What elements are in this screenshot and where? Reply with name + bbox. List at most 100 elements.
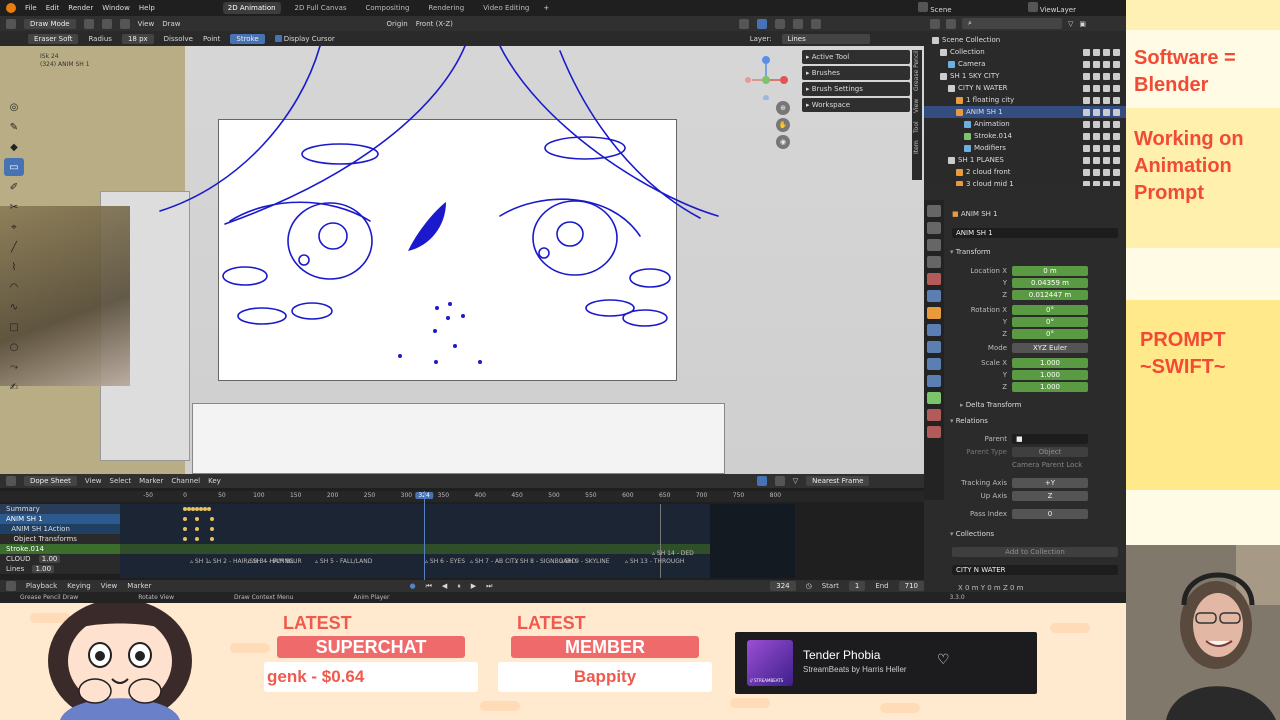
- effects-tab-icon[interactable]: [927, 341, 941, 353]
- select-tool-icon[interactable]: ◎: [4, 98, 24, 116]
- location-y-field[interactable]: 0.04359 m: [1012, 278, 1088, 288]
- dope-menu-channel[interactable]: Channel: [171, 477, 200, 485]
- collection-offset-values[interactable]: X 0 m Y 0 m Z 0 m: [946, 584, 1024, 592]
- layer-selector[interactable]: Lines: [781, 33, 870, 44]
- pass-index-field[interactable]: 0: [1012, 509, 1088, 519]
- play-reverse-icon[interactable]: ◀: [442, 582, 447, 590]
- tint-tool-icon[interactable]: ✐: [4, 178, 24, 196]
- dope-menu-select[interactable]: Select: [110, 477, 132, 485]
- visibility-toggle-icon[interactable]: [1083, 84, 1090, 92]
- visibility-toggles[interactable]: [1083, 108, 1120, 116]
- outliner-row[interactable]: Collection: [924, 46, 1126, 58]
- visibility-toggle-icon[interactable]: [1083, 108, 1090, 116]
- timeline-menu-keying[interactable]: Keying: [67, 582, 91, 590]
- camera-view-icon[interactable]: ◉: [776, 135, 790, 149]
- workspace-tab-2d-full-canvas[interactable]: 2D Full Canvas: [290, 2, 352, 14]
- layout-icon-2[interactable]: [101, 18, 112, 29]
- visibility-toggle-icon[interactable]: [1103, 48, 1110, 56]
- menu-render[interactable]: Render: [68, 4, 93, 12]
- shading-solid-icon[interactable]: [792, 18, 803, 29]
- current-frame-field[interactable]: 324: [770, 581, 796, 591]
- outliner-row[interactable]: Animation: [924, 118, 1126, 130]
- texture-tab-icon[interactable]: [927, 426, 941, 438]
- view-layer-tab-icon[interactable]: [927, 256, 941, 268]
- visibility-toggles[interactable]: [1083, 60, 1120, 68]
- pan-hand-icon[interactable]: ✋: [776, 118, 790, 132]
- playhead[interactable]: [424, 491, 425, 592]
- visibility-toggle-icon[interactable]: [1093, 120, 1100, 128]
- scale-y-field[interactable]: 1.000: [1012, 370, 1088, 380]
- dope-menu-key[interactable]: Key: [208, 477, 221, 485]
- section-transform[interactable]: Transform: [950, 248, 991, 256]
- eyedropper-tool-icon[interactable]: ⌖: [4, 218, 24, 236]
- cutter-tool-icon[interactable]: ✂: [4, 198, 24, 216]
- pause-icon[interactable]: ⏸: [457, 582, 461, 591]
- visibility-toggle-icon[interactable]: [1093, 72, 1100, 80]
- filter-icon[interactable]: ▽: [1068, 20, 1073, 28]
- physics-tab-icon[interactable]: [927, 358, 941, 370]
- data-tab-icon[interactable]: [927, 392, 941, 404]
- visibility-toggles[interactable]: [1083, 144, 1120, 152]
- channel-layer-lines[interactable]: Lines 1.00: [0, 564, 120, 574]
- filter-selected-icon[interactable]: [756, 476, 767, 486]
- timeline-marker[interactable]: ▵ SH 14 - DED: [652, 550, 694, 557]
- editor-type-icon[interactable]: [6, 476, 16, 486]
- visibility-toggle-icon[interactable]: [1093, 84, 1100, 92]
- gizmo-toggle-icon[interactable]: [756, 18, 767, 29]
- channel-object[interactable]: ANIM SH 1: [0, 514, 120, 524]
- workspace-tab-2d-animation[interactable]: 2D Animation: [222, 2, 281, 14]
- visibility-toggle-icon[interactable]: [1083, 132, 1090, 140]
- layout-icon-3[interactable]: [119, 18, 130, 29]
- polyline-tool-icon[interactable]: ⌇: [4, 258, 24, 276]
- box-tool-icon[interactable]: □: [4, 318, 24, 336]
- visibility-toggle-icon[interactable]: [1103, 132, 1110, 140]
- visibility-toggles[interactable]: [1083, 84, 1120, 92]
- panel-brushes[interactable]: ▸ Brushes: [802, 66, 910, 80]
- section-relations[interactable]: Relations: [950, 417, 988, 425]
- workspace-tab-rendering[interactable]: Rendering: [423, 2, 469, 14]
- visibility-toggle-icon[interactable]: [1103, 108, 1110, 116]
- visibility-toggle-icon[interactable]: [1093, 132, 1100, 140]
- timeline-marker[interactable]: ▵ SH 9 - SKYLINE: [560, 558, 610, 565]
- editor-type-icon[interactable]: [6, 581, 16, 591]
- layout-icon[interactable]: [83, 18, 94, 29]
- line-tool-icon[interactable]: ╱: [4, 238, 24, 256]
- object-name-field[interactable]: ANIM SH 1: [952, 228, 1118, 238]
- parent-type-selector[interactable]: Object: [1012, 447, 1088, 457]
- rotation-mode-selector[interactable]: XYZ Euler: [1012, 343, 1088, 353]
- visibility-toggle-icon[interactable]: [1083, 168, 1090, 176]
- outliner-row[interactable]: 1 floating city: [924, 94, 1126, 106]
- brush-selector[interactable]: Eraser Soft: [28, 33, 79, 44]
- timeline-marker[interactable]: ▵ SH 5 - FALL/LAND: [315, 558, 372, 565]
- tab-tool[interactable]: Tool: [912, 121, 922, 133]
- timeline-marker[interactable]: ▵ SH 1: [190, 558, 209, 565]
- section-delta-transform[interactable]: Delta Transform: [960, 401, 1022, 409]
- visibility-toggle-icon[interactable]: [1103, 156, 1110, 164]
- viewport[interactable]: ISk 24 (324) ANIM SH 1 ◎ ✎ ◆ ▭ ✐ ✂ ⌖ ╱ ⌇…: [0, 46, 924, 474]
- visibility-toggle-icon[interactable]: [1093, 156, 1100, 164]
- blender-logo-icon[interactable]: [6, 3, 16, 13]
- xray-toggle-icon[interactable]: [774, 18, 785, 29]
- outliner-row[interactable]: Scene Collection: [924, 34, 1126, 46]
- visibility-toggle-icon[interactable]: [1093, 48, 1100, 56]
- outliner-row[interactable]: CITY N WATER: [924, 82, 1126, 94]
- channel-grease-pencil[interactable]: Stroke.014: [0, 544, 120, 554]
- rotation-y-field[interactable]: 0°: [1012, 317, 1088, 327]
- display-mode-icon[interactable]: [946, 18, 956, 29]
- interpolate-tool-icon[interactable]: ⤳: [4, 358, 24, 376]
- channel-action[interactable]: ANIM SH 1Action: [0, 524, 120, 534]
- rotation-z-field[interactable]: 0°: [1012, 329, 1088, 339]
- scale-z-field[interactable]: 1.000: [1012, 382, 1088, 392]
- view-layer-selector[interactable]: ViewLayer: [1027, 2, 1076, 14]
- fill-tool-icon[interactable]: ◆: [4, 138, 24, 156]
- visibility-toggles[interactable]: [1083, 120, 1120, 128]
- dope-mode-selector[interactable]: Dope Sheet: [24, 476, 77, 486]
- visibility-toggle-icon[interactable]: [1103, 144, 1110, 152]
- origin-selector[interactable]: Origin: [387, 20, 408, 28]
- display-cursor-checkbox[interactable]: Display Cursor: [274, 34, 335, 43]
- outliner-row[interactable]: ANIM SH 1: [924, 106, 1126, 118]
- visibility-toggle-icon[interactable]: [1083, 156, 1090, 164]
- visibility-toggle-icon[interactable]: [1083, 120, 1090, 128]
- visibility-toggles[interactable]: [1083, 96, 1120, 104]
- editor-type-icon[interactable]: [6, 18, 16, 29]
